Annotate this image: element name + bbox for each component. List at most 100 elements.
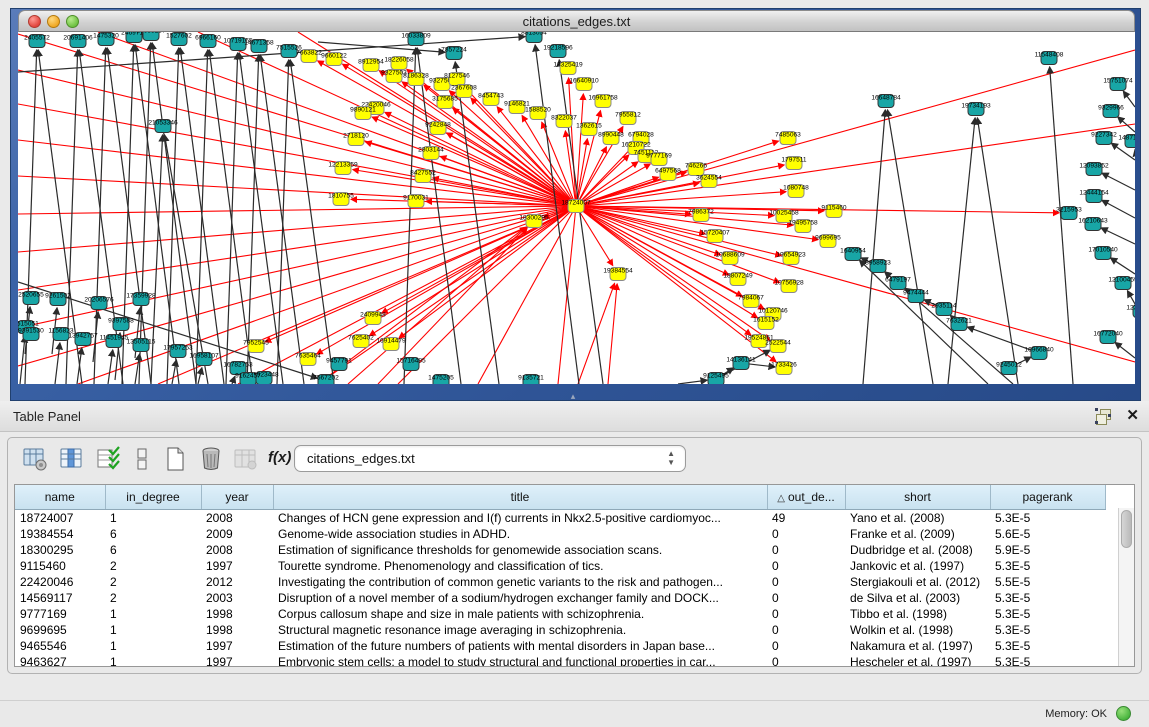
table-row[interactable]: 946554611997Estimation of the future num… xyxy=(15,638,1105,654)
graph-node-label: 16961758 xyxy=(588,95,618,102)
table-row[interactable]: 969969511998Structural magnetic resonanc… xyxy=(15,622,1105,638)
column-header-name[interactable]: name xyxy=(15,485,105,510)
graph-node-label: 8427552 xyxy=(410,170,436,177)
column-header-pagerank[interactable]: pagerank xyxy=(990,485,1105,510)
table-cell: 1997 xyxy=(201,654,273,667)
float-window-icon[interactable] xyxy=(1095,408,1111,424)
table-cell: 9463627 xyxy=(15,654,105,667)
graph-node-label: 2803144 xyxy=(418,147,444,154)
graph-edge xyxy=(385,112,576,206)
table-row[interactable]: 1456911722003Disruption of a novel membe… xyxy=(15,590,1105,606)
column-header-out-de-[interactable]: △out_de... xyxy=(767,485,845,510)
network-file-select[interactable]: citations_edges.txt ▲▼ xyxy=(294,445,686,472)
graph-edge xyxy=(1123,91,1135,107)
close-panel-icon[interactable]: ✕ xyxy=(1126,407,1139,425)
graph-node-label: 6479197 xyxy=(885,277,911,284)
table-cell: Yano et al. (2008) xyxy=(845,510,990,527)
function-icon[interactable]: f(x) xyxy=(268,449,294,475)
table-cell: 9699695 xyxy=(15,622,105,638)
table-cell: 22420046 xyxy=(15,574,105,590)
table-cell: 9115460 xyxy=(15,558,105,574)
table-cell: Tourette syndrome. Phenomenology and cla… xyxy=(273,558,767,574)
vertical-scrollbar[interactable] xyxy=(1118,508,1134,667)
graph-node-label: 8186328 xyxy=(403,73,429,80)
node-table: namein_degreeyeartitle△out_de...shortpag… xyxy=(14,484,1135,667)
graph-node-label: 1733426 xyxy=(771,362,797,369)
graph-edge xyxy=(239,53,283,384)
graph-node-label: 18325419 xyxy=(553,62,583,69)
graph-node-label: 7955812 xyxy=(615,112,641,119)
graph-node-label: 9162457 xyxy=(235,373,261,380)
graph-node-label: 1615152 xyxy=(753,317,779,324)
graph-node-label: 1475205 xyxy=(428,375,454,382)
graph-edge xyxy=(678,380,707,384)
table-cell: 9465546 xyxy=(15,638,105,654)
table-row[interactable]: 2242004622012Investigating the contribut… xyxy=(15,574,1105,590)
sort-ascending-icon: △ xyxy=(777,493,785,504)
new-table-document-icon[interactable] xyxy=(162,446,188,472)
column-header-title[interactable]: title xyxy=(273,485,767,510)
table-row[interactable]: 911546021997Tourette syndrome. Phenomeno… xyxy=(15,558,1105,574)
graph-node-label: 19654923 xyxy=(776,252,806,259)
splitter-grip[interactable]: ▴ xyxy=(566,392,580,401)
graph-edge xyxy=(20,336,25,384)
graph-node-label: 12444154 xyxy=(1079,190,1109,197)
graph-node-label: 9397588 xyxy=(108,318,134,325)
graph-node-label: 9890121 xyxy=(350,107,376,114)
graph-node-label: 12100459 xyxy=(1108,277,1135,284)
graph-node-label: 9245012 xyxy=(996,362,1022,369)
graph-node-label: 7986372 xyxy=(688,209,714,216)
table-cell: Tibbo et al. (1998) xyxy=(845,606,990,622)
graph-node-label: 9474444 xyxy=(903,290,929,297)
table-row[interactable]: 1872400712008Changes of HCN gene express… xyxy=(15,510,1105,527)
graph-node-label: 2405572 xyxy=(24,35,50,42)
scrollbar-thumb[interactable] xyxy=(1121,510,1132,548)
table-cell: 0 xyxy=(767,558,845,574)
graph-node-label: 2522544 xyxy=(765,340,791,347)
table-row[interactable]: 977716911998Corpus callosum shape and si… xyxy=(15,606,1105,622)
graph-node-label: 14671358 xyxy=(244,40,274,47)
graph-node-label: 9457791 xyxy=(326,358,352,365)
graph-node-label: 6497568 xyxy=(655,168,681,175)
graph-node-label: 16772040 xyxy=(1093,331,1123,338)
network-canvas[interactable]: 1872400776638229660122891295418226058932… xyxy=(18,32,1135,384)
network-window-titlebar[interactable]: citations_edges.txt xyxy=(18,10,1135,32)
table-cell: 0 xyxy=(767,574,845,590)
show-column-icon[interactable] xyxy=(58,446,84,472)
column-header-in-degree[interactable]: in_degree xyxy=(105,485,201,510)
table-row[interactable]: 946362711997Embryonic stem cells: a mode… xyxy=(15,654,1105,667)
select-rows-check-icon[interactable] xyxy=(95,446,121,472)
table-column-settings-icon[interactable] xyxy=(22,446,48,472)
table-row[interactable]: 1830029562008Estimation of significance … xyxy=(15,542,1105,558)
column-header-year[interactable]: year xyxy=(201,485,273,510)
table-toolbar: f(x) citations_edges.txt ▲▼ xyxy=(16,444,1149,476)
graph-node-label: 17010540 xyxy=(1088,247,1118,254)
graph-edge xyxy=(576,50,1135,206)
table-cell: 2 xyxy=(105,574,201,590)
table-cell: Wolkin et al. (1998) xyxy=(845,622,990,638)
table-cell: 1997 xyxy=(201,638,273,654)
memory-status-label: Memory: OK xyxy=(1045,708,1107,720)
graph-node-label: 11451945 xyxy=(100,335,129,342)
memory-status-indicator[interactable] xyxy=(1116,706,1131,721)
delete-table-icon[interactable] xyxy=(198,446,224,472)
table-cell: 6 xyxy=(105,526,201,542)
graph-node-label: 7984067 xyxy=(738,295,764,302)
graph-node-label: 8813054 xyxy=(521,32,547,37)
table-cell: 2 xyxy=(105,590,201,606)
table-cell: 0 xyxy=(767,606,845,622)
node-table-grid: namein_degreeyeartitle△out_de...shortpag… xyxy=(15,485,1106,667)
row-height-icon[interactable] xyxy=(129,446,155,472)
network-view-window[interactable]: citations_edges.txt 18724007766382296601… xyxy=(18,10,1135,384)
table-cell: 1997 xyxy=(201,558,273,574)
table-cell: 1 xyxy=(105,654,201,667)
table-cell: 5.3E-5 xyxy=(990,606,1105,622)
column-header-short[interactable]: short xyxy=(845,485,990,510)
graph-node-label: 7952545 xyxy=(243,340,269,347)
graph-node-label: 9699695 xyxy=(815,235,841,242)
graph-node-label: 7625402 xyxy=(348,335,374,342)
graph-node-label: 1475320 xyxy=(93,33,119,40)
table-row[interactable]: 1938455462009Genome-wide association stu… xyxy=(15,526,1105,542)
graph-node-label: 10025458 xyxy=(769,210,799,217)
table-cell: Changes of HCN gene expression and I(f) … xyxy=(273,510,767,527)
